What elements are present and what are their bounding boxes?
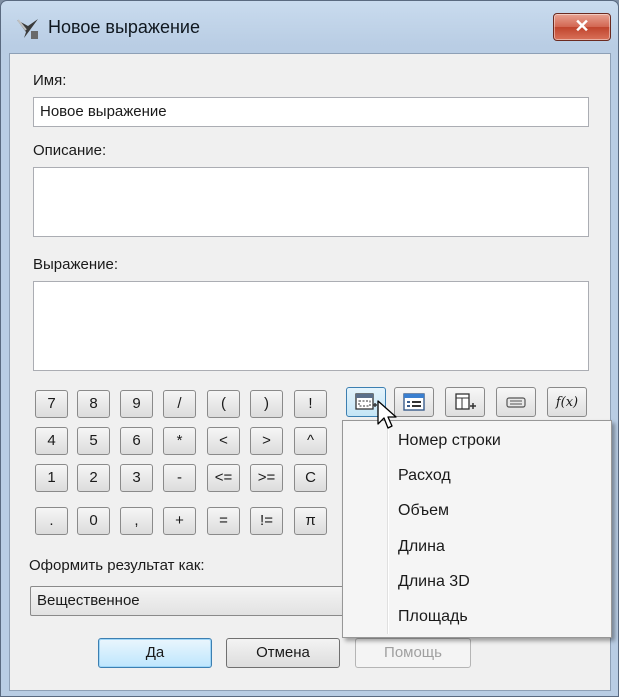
- key-6[interactable]: 6: [120, 427, 153, 455]
- app-icon: [17, 19, 38, 39]
- menu-item-length[interactable]: Длина: [398, 538, 445, 556]
- menu-item-flow[interactable]: Расход: [398, 467, 451, 485]
- key-divide[interactable]: /: [163, 390, 196, 418]
- key-7[interactable]: 7: [35, 390, 68, 418]
- add-column-icon: [455, 393, 476, 410]
- result-format-combo[interactable]: Вещественное: [30, 586, 360, 616]
- cancel-button[interactable]: Отмена: [226, 638, 340, 668]
- function-button[interactable]: f(x): [547, 387, 587, 417]
- window-title: Новое выражение: [48, 17, 200, 37]
- expression-label: Выражение:: [33, 256, 119, 273]
- key-greater-than[interactable]: >: [250, 427, 283, 455]
- key-8[interactable]: 8: [77, 390, 110, 418]
- key-plus[interactable]: +: [163, 507, 196, 535]
- text-box-button[interactable]: [496, 387, 536, 417]
- key-comma[interactable]: ,: [120, 507, 153, 535]
- key-9[interactable]: 9: [120, 390, 153, 418]
- menu-gutter: [387, 424, 389, 634]
- key-0[interactable]: 0: [77, 507, 110, 535]
- result-format-label: Оформить результат как:: [29, 557, 205, 574]
- key-equals[interactable]: =: [207, 507, 240, 535]
- name-label: Имя:: [33, 72, 67, 89]
- key-5[interactable]: 5: [77, 427, 110, 455]
- insert-dropdown-menu: Номер строки Расход Объем Длина Длина 3D…: [342, 420, 612, 638]
- key-multiply[interactable]: *: [163, 427, 196, 455]
- key-decimal[interactable]: .: [35, 507, 68, 535]
- key-less-than[interactable]: <: [207, 427, 240, 455]
- list-view-icon: [403, 393, 425, 411]
- key-close-paren[interactable]: ): [250, 390, 283, 418]
- mouse-pointer-icon: [377, 400, 397, 429]
- help-button: Помощь: [355, 638, 471, 668]
- description-label: Описание:: [33, 142, 107, 159]
- key-2[interactable]: 2: [77, 464, 110, 492]
- key-power[interactable]: ^: [294, 427, 327, 455]
- expression-textarea[interactable]: [33, 281, 589, 371]
- text-box-icon: [506, 397, 526, 408]
- close-icon: ✕: [574, 16, 590, 36]
- add-column-button[interactable]: [445, 387, 485, 417]
- key-3[interactable]: 3: [120, 464, 153, 492]
- key-minus[interactable]: -: [163, 464, 196, 492]
- key-clear[interactable]: C: [294, 464, 327, 492]
- insert-field-icon: [355, 393, 377, 410]
- key-open-paren[interactable]: (: [207, 390, 240, 418]
- title-bar[interactable]: Новое выражение ✕: [1, 1, 618, 53]
- list-view-button[interactable]: [394, 387, 434, 417]
- menu-item-area[interactable]: Площадь: [398, 608, 468, 626]
- menu-item-length-3d[interactable]: Длина 3D: [398, 573, 470, 591]
- name-input[interactable]: Новое выражение: [33, 97, 589, 127]
- close-button[interactable]: ✕: [553, 13, 611, 41]
- function-icon: f(x): [555, 394, 579, 410]
- key-factorial[interactable]: !: [294, 390, 327, 418]
- description-textarea[interactable]: [33, 167, 589, 237]
- ok-button[interactable]: Да: [98, 638, 212, 668]
- menu-item-volume[interactable]: Объем: [398, 502, 449, 520]
- key-less-equal[interactable]: <=: [207, 464, 240, 492]
- key-1[interactable]: 1: [35, 464, 68, 492]
- key-4[interactable]: 4: [35, 427, 68, 455]
- key-not-equal[interactable]: !=: [250, 507, 283, 535]
- key-pi[interactable]: π: [294, 507, 327, 535]
- menu-item-row-number[interactable]: Номер строки: [398, 432, 501, 450]
- key-greater-equal[interactable]: >=: [250, 464, 283, 492]
